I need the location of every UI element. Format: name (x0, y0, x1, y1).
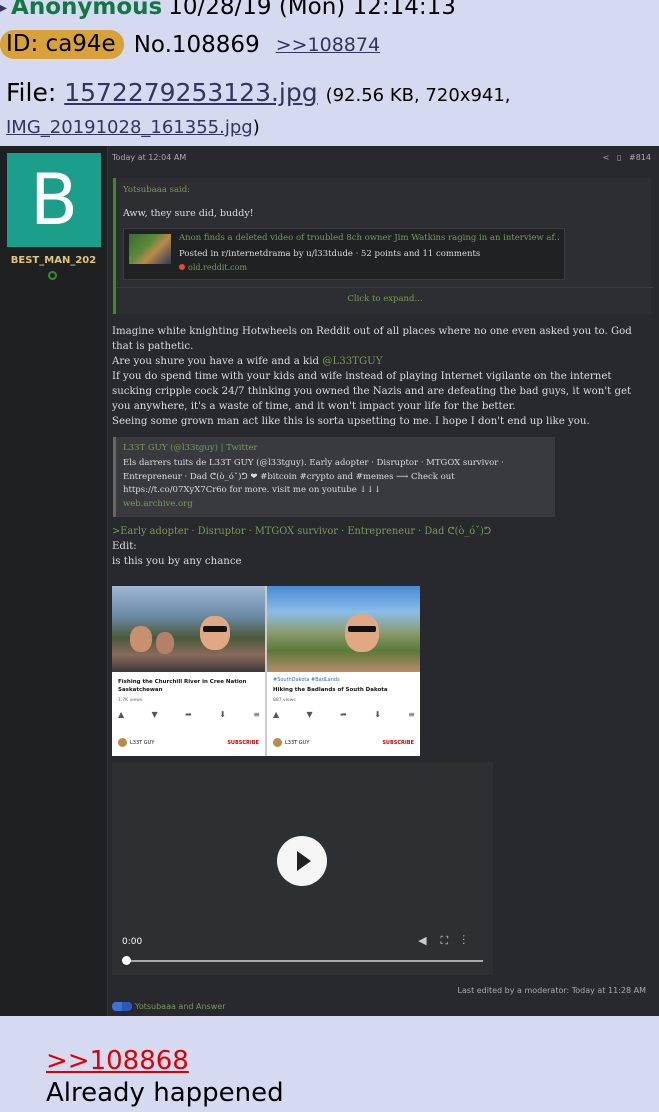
greentext-line: >Early adopter · Disruptor · MTGOX survi… (112, 526, 492, 537)
download-icon: ⬇ (374, 710, 381, 719)
edit-label: Edit: (112, 541, 137, 552)
person-figure (156, 632, 174, 654)
online-status-icon (48, 271, 57, 280)
save-icon: ≡ (253, 710, 260, 719)
share-icon: < (602, 153, 610, 162)
person-figure (345, 614, 379, 652)
subscribe-button: SUBSCRIBE (227, 740, 259, 746)
avatar: B (7, 153, 101, 247)
file-original-name-line: IMG_20191028_161355.jpg) (6, 117, 260, 138)
attached-screenshot[interactable]: B BEST_MAN_202 Today at 12:04 AM < ▯ #81… (0, 146, 659, 1016)
reaction-users: Yotsubaaa and Answer (135, 1002, 226, 1011)
youtube-card: Fishing the Churchill River in Cree Nati… (112, 586, 265, 756)
embed-thumbnail (129, 234, 171, 264)
body-paragraph: Are you shure you have a wife and a kid … (112, 356, 383, 367)
dislike-icon: ▼ (151, 710, 158, 719)
reply-backlink[interactable]: >>108874 (276, 34, 380, 56)
forum-user-sidebar: B BEST_MAN_202 (0, 146, 108, 1016)
forum-username: BEST_MAN_202 (10, 255, 97, 266)
video-actions: ▲ ▼ ➦ ⬇ ≡ (273, 710, 415, 719)
channel-name: L33T GUY (118, 738, 154, 747)
video-time: 0:00 (122, 937, 143, 947)
share-icon: ➦ (340, 710, 347, 719)
message-number: #814 (629, 153, 651, 162)
person-figure (200, 616, 230, 650)
body-paragraph: Imagine white knighting Hotwheels on Red… (112, 326, 632, 352)
video-actions: ▲ ▼ ➦ ⬇ ≡ (118, 710, 260, 719)
post-comment: Already happened (46, 1078, 284, 1108)
youtube-screenshots: Fishing the Churchill River in Cree Nati… (112, 586, 420, 756)
file-meta: (92.56 KB, 720x941, (325, 85, 511, 106)
quote-block: Yotsubaaa said: Aww, they sure did, budd… (113, 178, 654, 314)
twitter-description: Els darrers tuits de L33T GUY (@l33tguy)… (123, 458, 504, 495)
embed-title: Anon finds a deleted video of troubled 8… (179, 233, 559, 243)
message-body: Imagine white knighting Hotwheels on Red… (112, 324, 652, 429)
post-datetime: 10/28/19 (Mon) 12:14:13 (168, 0, 456, 20)
sunglasses (348, 626, 376, 632)
divider (116, 287, 654, 288)
poster-id-badge[interactable]: ID: ca94e (0, 30, 124, 59)
video-thumbnail (267, 586, 420, 672)
reddit-embed: Anon finds a deleted video of troubled 8… (123, 228, 565, 280)
bookmark-icon: ▯ (616, 153, 622, 162)
file-info: File: 1572279253123.jpg (92.56 KB, 720x9… (6, 78, 511, 107)
quote-link[interactable]: >>108868 (46, 1046, 189, 1076)
video-title: Fishing the Churchill River in Cree Nati… (118, 679, 247, 693)
message-timestamp: Today at 12:04 AM (112, 153, 187, 162)
poster-name: Anonymous (11, 0, 163, 20)
file-link[interactable]: 1572279253123.jpg (64, 78, 317, 107)
body-paragraph: Seeing some grown man act like this is s… (112, 416, 590, 427)
channel-name: L33T GUY (273, 738, 309, 747)
save-icon: ≡ (408, 710, 415, 719)
file-original-name[interactable]: IMG_20191028_161355.jpg (6, 117, 253, 138)
video-player: 0:00 ◀⛶⋮ (112, 762, 493, 975)
message-actions: < ▯ #814 (603, 153, 651, 162)
embed-subtitle: Posted in r/internetdrama by u/l33tdude … (179, 249, 481, 259)
video-progress-bar (127, 960, 483, 962)
dislike-icon: ▼ (306, 710, 313, 719)
video-views: 887 views (273, 698, 296, 703)
like-icon: ▲ (273, 710, 280, 719)
post-id-line: ID: ca94e No.108869 >>108874 (0, 30, 380, 59)
play-icon (277, 836, 327, 886)
body-paragraph: If you do spend time with your kids and … (112, 371, 632, 412)
person-figure (130, 626, 152, 652)
reaction-icon (112, 1002, 132, 1011)
video-thumbnail (112, 586, 265, 672)
quote-author: Yotsubaaa said: (123, 185, 191, 195)
like-icon: ▲ (118, 710, 125, 719)
more-icon: ⋮ (462, 934, 479, 947)
file-label: File: (6, 78, 65, 107)
post-number[interactable]: No.108869 (134, 32, 260, 58)
edited-note: Last edited by a moderator: Today at 11:… (457, 986, 646, 995)
video-views: 1.7K views (118, 698, 143, 703)
fullscreen-icon: ⛶ (440, 934, 463, 947)
youtube-card: #SouthDakota #BadLands Hiking the Badlan… (267, 586, 420, 756)
download-icon: ⬇ (219, 710, 226, 719)
volume-icon: ◀ (418, 934, 441, 947)
file-meta-close: ) (252, 117, 260, 138)
embed-site: old.reddit.com (179, 263, 247, 272)
click-to-expand: Click to expand... (347, 294, 423, 304)
video-progress-knob (122, 956, 131, 965)
video-title: Hiking the Badlands of South Dakota (273, 687, 388, 693)
reactions: Yotsubaaa and Answer (112, 1002, 225, 1011)
video-hashtags: #SouthDakota #BadLands (273, 677, 340, 683)
share-icon: ➦ (185, 710, 192, 719)
edit-text: is this you by any chance (112, 556, 242, 567)
user-mention: @L33TGUY (322, 356, 383, 367)
twitter-title: L33T GUY (@l33tguy) | Twitter (123, 443, 258, 453)
post-menu-arrow-icon[interactable]: ▸ (0, 0, 7, 16)
twitter-site: web.archive.org (123, 499, 193, 509)
quote-text: Aww, they sure did, buddy! (123, 208, 254, 219)
video-controls: ◀⛶⋮ (418, 934, 479, 948)
subscribe-button: SUBSCRIBE (382, 740, 414, 746)
sunglasses (203, 626, 227, 632)
twitter-embed: L33T GUY (@l33tguy) | Twitter Els darrer… (113, 437, 555, 517)
post-info-line: ▸ Anonymous 10/28/19 (Mon) 12:14:13 (0, 0, 456, 20)
